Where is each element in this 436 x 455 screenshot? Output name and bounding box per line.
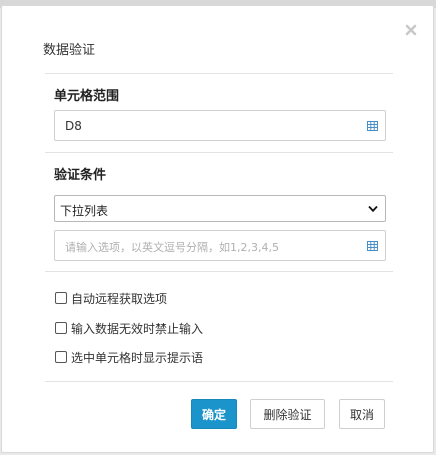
divider <box>45 381 393 382</box>
checkbox-row-remote-options[interactable]: 自动远程获取选项 <box>55 290 167 306</box>
block-invalid-checkbox[interactable] <box>55 322 67 334</box>
divider <box>45 152 393 153</box>
options-placeholder: 请输入选项，以英文逗号分隔，如1,2,3,4,5 <box>65 241 279 254</box>
data-validation-dialog: 数据验证 单元格范围 D8 验证条件 下拉列表 请输入选项，以英文逗号分隔，如1… <box>1 5 434 453</box>
validation-type-select[interactable]: 下拉列表 <box>54 195 386 222</box>
divider <box>45 271 393 272</box>
cell-range-input[interactable]: D8 <box>54 110 386 141</box>
checkbox-row-show-tip[interactable]: 选中单元格时显示提示语 <box>55 349 203 365</box>
remote-options-checkbox[interactable] <box>55 292 67 304</box>
options-input[interactable]: 请输入选项，以英文逗号分隔，如1,2,3,4,5 <box>54 230 386 261</box>
remote-options-label: 自动远程获取选项 <box>71 291 168 306</box>
divider <box>45 73 393 74</box>
show-tip-checkbox[interactable] <box>55 351 67 363</box>
block-invalid-label: 输入数据无效时禁止输入 <box>71 321 204 336</box>
grid-icon[interactable] <box>367 241 378 251</box>
delete-validation-button[interactable]: 删除验证 <box>250 399 325 429</box>
grid-icon[interactable] <box>367 121 378 131</box>
cell-range-value: D8 <box>65 119 82 133</box>
range-section-label: 单元格范围 <box>54 89 120 104</box>
condition-section-label: 验证条件 <box>54 168 107 183</box>
close-icon[interactable] <box>404 23 418 37</box>
chevron-down-icon <box>368 205 378 213</box>
show-tip-label: 选中单元格时显示提示语 <box>71 350 204 365</box>
checkbox-row-block-invalid[interactable]: 输入数据无效时禁止输入 <box>55 320 203 336</box>
confirm-button[interactable]: 确定 <box>191 399 237 429</box>
cancel-button[interactable]: 取消 <box>339 399 385 429</box>
dialog-title: 数据验证 <box>43 43 96 58</box>
validation-type-value: 下拉列表 <box>60 204 109 218</box>
